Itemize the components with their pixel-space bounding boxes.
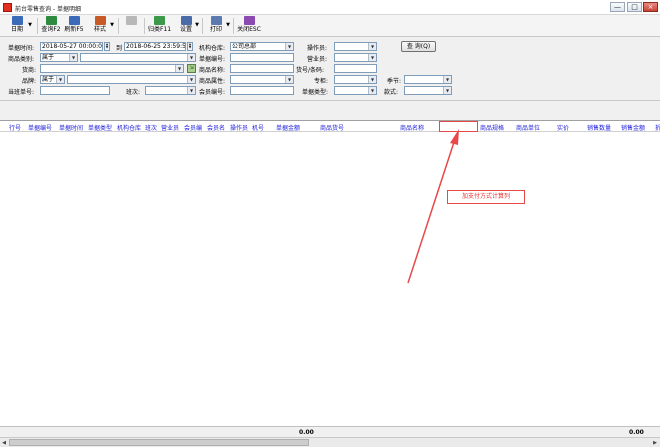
- scroll-left-icon[interactable]: ◀: [0, 439, 8, 447]
- total-amount: 0.00: [629, 429, 644, 436]
- total-qty: 0.00: [299, 429, 314, 436]
- totals-footer: 0.00 0.00: [0, 426, 660, 437]
- annotation-arrow: [407, 129, 459, 284]
- annotation-label: 加支付方式计算列: [447, 190, 525, 204]
- scrollbar-thumb[interactable]: [9, 439, 309, 446]
- scroll-right-icon[interactable]: ▶: [651, 439, 659, 447]
- horizontal-scrollbar[interactable]: ◀ ▶: [0, 437, 660, 447]
